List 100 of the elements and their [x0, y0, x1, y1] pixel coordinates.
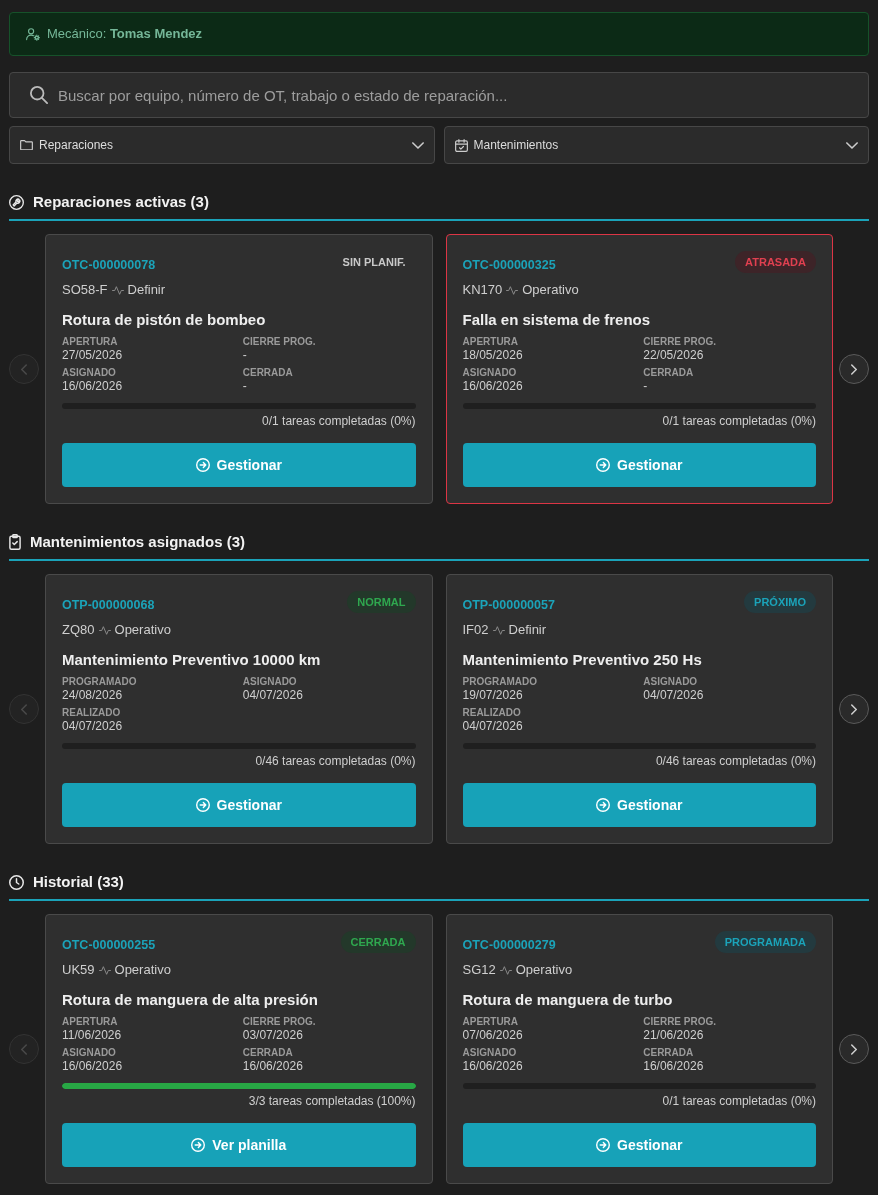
equipment-status: Operativo	[515, 961, 573, 979]
arrow-right-circle-icon	[195, 458, 210, 472]
arrow-right-circle-icon	[596, 458, 611, 472]
chevron-right-icon	[851, 363, 857, 375]
chevron-left-icon	[21, 1043, 27, 1055]
order-number[interactable]: OTC-000000279	[462, 937, 556, 953]
equipment-code: SO58-F	[62, 281, 108, 299]
equipment-status: Definir	[508, 621, 547, 639]
order-number[interactable]: OTP-000000057	[462, 597, 555, 613]
field-value: 24/08/2026	[62, 688, 124, 702]
field-value: 16/06/2026	[462, 1059, 524, 1073]
equipment-code: SG12	[462, 961, 496, 979]
status-label: SIN PLANIF.	[341, 255, 407, 270]
field-label: ASIGNADO	[62, 1047, 117, 1059]
action-button[interactable]: Gestionar	[62, 443, 416, 487]
order-number[interactable]: OTC-000000325	[462, 257, 556, 273]
field-value: 16/06/2026	[462, 379, 524, 393]
field-value: 04/07/2026	[62, 719, 124, 733]
equipment-status: Operativo	[114, 961, 171, 979]
equipment-status: Operativo	[114, 621, 171, 639]
equipment-status: Operativo	[522, 281, 579, 299]
field-value: 16/06/2026	[62, 379, 124, 393]
search-field[interactable]: Buscar por equipo, número de OT, trabajo o estado de reparación...	[9, 72, 869, 118]
arrow-right-circle-icon	[191, 1138, 206, 1152]
section-title: Mantenimientos asignados (3)	[30, 532, 246, 552]
equipment-status: Definir	[127, 281, 166, 299]
field-value: 16/06/2026	[242, 1059, 304, 1073]
field-label: APERTURA	[62, 1016, 119, 1028]
wrench-icon	[9, 194, 24, 210]
field-label: CERRADA	[242, 367, 294, 379]
field-value: 07/06/2026	[462, 1028, 524, 1042]
next-button[interactable]	[839, 354, 869, 384]
status-badge: ATRASADA	[735, 251, 816, 273]
clipboard-check-icon	[9, 534, 21, 550]
equipment-code: IF02	[462, 621, 489, 639]
pulse-icon	[98, 965, 111, 975]
field-value: 04/07/2026	[462, 719, 524, 733]
chevron-down-icon	[411, 141, 424, 149]
field-label: CERRADA	[643, 1047, 695, 1059]
pulse-icon	[98, 625, 111, 635]
action-button[interactable]: Gestionar	[462, 783, 816, 827]
field-label: PROGRAMADO	[62, 676, 138, 688]
progress-text: 3/3 tareas completadas (100%)	[247, 1094, 416, 1109]
field-label: REALIZADO	[62, 707, 122, 719]
pulse-icon	[492, 625, 505, 635]
search-icon	[30, 86, 48, 104]
chevron-right-icon	[851, 1043, 857, 1055]
field-label: CIERRE PROG.	[643, 1016, 718, 1028]
field-value: 04/07/2026	[643, 688, 705, 702]
progress-text: 0/1 tareas completadas (0%)	[261, 414, 416, 429]
action-button[interactable]: Ver planilla	[62, 1123, 416, 1167]
pulse-icon	[506, 285, 519, 295]
field-value: -	[242, 348, 248, 362]
section-title: Reparaciones activas (3)	[33, 192, 209, 212]
equipment-code: ZQ80	[62, 621, 95, 639]
order-title: Rotura de pistón de bombeo	[62, 310, 267, 330]
field-value: -	[242, 379, 248, 393]
clock-icon	[9, 874, 24, 890]
progress-text: 0/1 tareas completadas (0%)	[661, 1094, 816, 1109]
field-label: APERTURA	[462, 1016, 520, 1028]
status-badge: NORMAL	[347, 591, 416, 613]
action-button[interactable]: Gestionar	[62, 783, 416, 827]
order-title: Rotura de manguera de turbo	[462, 990, 674, 1010]
chevron-left-icon	[21, 703, 27, 715]
arrow-right-circle-icon	[596, 1138, 611, 1152]
status-badge: PRÓXIMO	[744, 591, 816, 613]
field-label: ASIGNADO	[242, 676, 298, 688]
pulse-icon	[111, 285, 124, 295]
field-label: APERTURA	[62, 336, 119, 348]
field-label: PROGRAMADO	[462, 676, 538, 688]
order-title: Falla en sistema de frenos	[462, 310, 652, 330]
field-value: 04/07/2026	[242, 688, 304, 702]
field-label: ASIGNADO	[643, 676, 699, 688]
field-value: 03/07/2026	[242, 1028, 304, 1042]
field-value: 21/06/2026	[643, 1028, 705, 1042]
status-badge: CERRADA	[340, 931, 416, 953]
chevron-down-icon	[846, 141, 858, 149]
next-button[interactable]	[839, 694, 869, 724]
filter-dropdown[interactable]: Reparaciones	[9, 126, 435, 164]
next-button[interactable]	[839, 1034, 869, 1064]
field-value: 16/06/2026	[62, 1059, 124, 1073]
field-label: APERTURA	[462, 336, 520, 348]
field-label: CIERRE PROG.	[242, 1016, 317, 1028]
order-number[interactable]: OTC-000000078	[62, 257, 156, 273]
calendar-check-icon	[454, 138, 468, 152]
pulse-icon	[499, 965, 512, 975]
field-label: REALIZADO	[462, 707, 522, 719]
action-button[interactable]: Gestionar	[462, 443, 816, 487]
order-title: Mantenimiento Preventivo 250 Hs	[462, 650, 703, 670]
order-number[interactable]: OTC-000000255	[62, 937, 156, 953]
arrow-right-circle-icon	[596, 798, 611, 812]
order-number[interactable]: OTP-000000068	[62, 597, 155, 613]
arrow-right-circle-icon	[195, 798, 210, 812]
filter-dropdown[interactable]: Mantenimientos	[443, 126, 869, 164]
field-label: CERRADA	[242, 1047, 294, 1059]
field-value: 19/07/2026	[462, 688, 524, 702]
user-gear-icon	[26, 27, 40, 41]
action-button[interactable]: Gestionar	[462, 1123, 816, 1167]
field-label: ASIGNADO	[462, 367, 518, 379]
field-label: ASIGNADO	[462, 1047, 518, 1059]
